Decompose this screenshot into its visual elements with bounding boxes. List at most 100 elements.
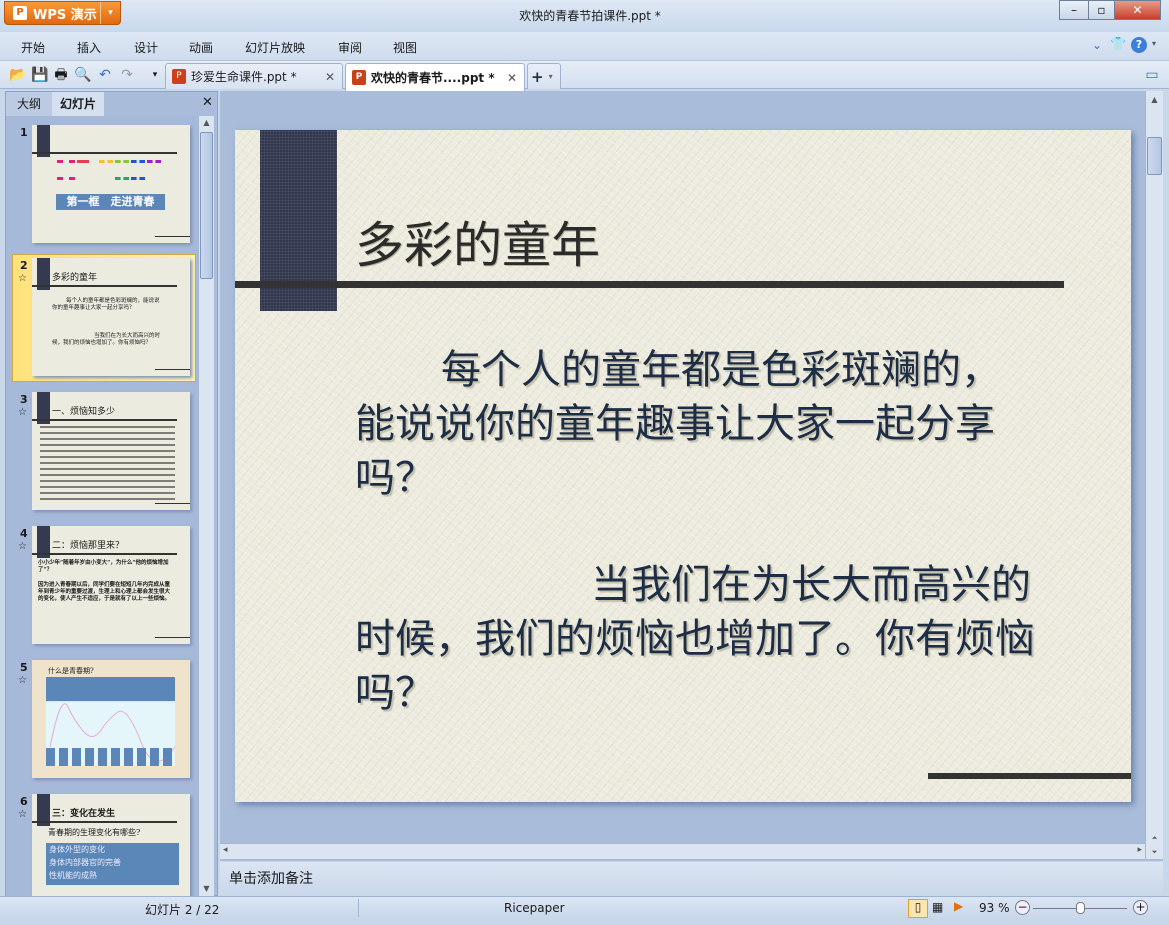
slide-sorter-icon[interactable]: ▦ xyxy=(932,900,943,914)
zoom-slider-thumb[interactable] xyxy=(1076,902,1085,914)
menu-home[interactable]: 开始 xyxy=(21,39,45,56)
previous-slide-icon[interactable]: ⏶ xyxy=(1146,831,1163,843)
thumb-title: 三：变化在发生 xyxy=(52,809,116,819)
horizontal-scrollbar[interactable]: ◂ ▸ xyxy=(220,843,1145,859)
menu-design[interactable]: 设计 xyxy=(134,39,158,56)
close-tab-icon[interactable]: ✕ xyxy=(325,70,335,84)
animation-star-icon: ☆ xyxy=(18,675,27,686)
scroll-down-icon[interactable]: ▼ xyxy=(199,882,214,896)
theme-name: Ricepaper xyxy=(504,901,565,915)
minimize-button[interactable]: – xyxy=(1059,0,1089,20)
animation-star-icon: ☆ xyxy=(18,541,27,552)
zoom-in-button[interactable]: + xyxy=(1133,900,1148,915)
slideshow-icon[interactable]: ▶ xyxy=(954,899,963,913)
slide-thumbnail-6[interactable]: 三：变化在发生 青春期的生理变化有哪些? 身体外型的变化 身体内部器官的完善 性… xyxy=(32,794,190,896)
animation-star-icon: ☆ xyxy=(18,407,27,418)
close-window-button[interactable]: ✕ xyxy=(1114,0,1161,20)
chevron-down-icon[interactable]: ▾ xyxy=(549,72,553,81)
skin-shirt-icon[interactable]: 👕 xyxy=(1110,37,1126,52)
slide-thumbnail-4[interactable]: 二：烦恼那里来？ 小小少年“随着年岁由小变大”，为什么“他的烦恼增加了”？ 因为… xyxy=(32,526,190,644)
tab-outline[interactable]: 大纲 xyxy=(6,92,52,116)
wordart-title xyxy=(57,160,161,180)
slide-canvas[interactable]: 多彩的童年 每个人的童年都是色彩斑斓的，能说说你的童年趣事让大家一起分享吗？ 当… xyxy=(235,130,1131,802)
wps-app-menu-button[interactable]: P WPS 演示 ▾ xyxy=(4,1,121,25)
menu-insert[interactable]: 插入 xyxy=(77,39,101,56)
slide-paragraph-1[interactable]: 每个人的童年都是色彩斑斓的，能说说你的童年趣事让大家一起分享吗？ xyxy=(355,343,1035,505)
title-bar: P WPS 演示 ▾ 欢快的青春节拍课件.ppt * – ▫ ✕ xyxy=(0,0,1169,32)
slide-counter: 幻灯片 2 / 22 xyxy=(145,903,220,917)
menu-slideshow[interactable]: 幻灯片放映 xyxy=(245,39,305,56)
window-title: 欢快的青春节拍课件.ppt * xyxy=(519,9,661,23)
maximize-button[interactable]: ▫ xyxy=(1088,0,1115,20)
thumb-text: 因为进入青春期以后，同学们要在短短几年内完成从童年到青少年的重要过渡，生理上和心… xyxy=(38,582,171,602)
thumb-title: 多彩的童年 xyxy=(52,273,98,283)
thumb-text: 小小少年“随着年岁由小变大”，为什么“他的烦恼增加了”？ xyxy=(38,560,169,573)
thumb-text-lines xyxy=(40,426,175,500)
thumb-text: 青春期的生理变化有哪些? xyxy=(48,828,141,837)
slide-number: 6 xyxy=(20,795,28,808)
customize-toolbar-icon[interactable]: ▾ xyxy=(146,66,164,84)
print-preview-icon[interactable]: 🔍 xyxy=(74,66,92,84)
scrollbar-thumb[interactable] xyxy=(1147,137,1162,175)
scroll-right-icon[interactable]: ▸ xyxy=(1137,845,1142,855)
scroll-up-icon[interactable]: ▲ xyxy=(1146,93,1163,107)
wps-logo-icon: P xyxy=(13,6,27,20)
ppt-file-icon: P xyxy=(352,70,366,85)
tab-label: 珍爱生命课件.ppt * xyxy=(191,70,297,84)
menu-review[interactable]: 审阅 xyxy=(338,39,362,56)
slide-number: 4 xyxy=(20,527,28,540)
slide-number: 3 xyxy=(20,393,28,406)
close-panel-icon[interactable]: ✕ xyxy=(202,95,213,110)
slide-number: 1 xyxy=(20,126,28,139)
tab-document-2[interactable]: P 欢快的青春节....ppt * ✕ xyxy=(345,63,525,91)
tab-slides[interactable]: 幻灯片 xyxy=(52,92,104,116)
chevron-down-icon[interactable]: ▾ xyxy=(100,2,120,24)
slide-thumbnail-3[interactable]: 一、烦恼知多少 xyxy=(32,392,190,510)
thumb-text: 每个人的童年都是色彩斑斓的，能说说你的童年趣事让大家一起分享吗？ xyxy=(52,298,160,311)
switch-window-icon[interactable]: ▭ xyxy=(1143,66,1161,84)
help-icon[interactable]: ? xyxy=(1131,37,1147,53)
plus-icon: + xyxy=(531,67,544,86)
slide-number: 2 xyxy=(20,259,28,272)
zoom-level: 93 % xyxy=(979,901,1010,915)
slide-thumbnail-5[interactable]: 什么是青春期? xyxy=(32,660,190,778)
undo-icon[interactable]: ↶ xyxy=(96,66,114,84)
tab-document-1[interactable]: P 珍爱生命课件.ppt * ✕ xyxy=(165,63,343,89)
close-tab-icon[interactable]: ✕ xyxy=(507,71,517,85)
redo-icon[interactable]: ↷ xyxy=(118,66,136,84)
thumb-text: 性机能的成熟 xyxy=(49,871,97,880)
slide-thumbnail-2[interactable]: 多彩的童年 每个人的童年都是色彩斑斓的，能说说你的童年趣事让大家一起分享吗？ 当… xyxy=(32,258,190,376)
animation-star-icon: ☆ xyxy=(18,273,27,284)
thumb-text: 身体外型的变化 xyxy=(49,845,105,854)
menu-view[interactable]: 视图 xyxy=(393,39,417,56)
next-slide-icon[interactable]: ⏷ xyxy=(1146,845,1163,857)
slide-thumbnail-1[interactable]: 第一框 走进青春 xyxy=(32,125,190,243)
slide-title[interactable]: 多彩的童年 xyxy=(355,206,600,277)
vertical-scrollbar[interactable]: ▲ ⏶ ⏷ xyxy=(1145,91,1163,859)
thumbnail-scrollbar[interactable]: ▲ ▼ xyxy=(198,116,214,896)
save-icon[interactable]: 💾 xyxy=(31,66,49,84)
scrollbar-thumb[interactable] xyxy=(200,132,213,279)
thumb-subtitle: 第一框 走进青春 xyxy=(56,194,165,210)
scroll-left-icon[interactable]: ◂ xyxy=(223,845,228,855)
scroll-up-icon[interactable]: ▲ xyxy=(199,116,214,130)
collapse-ribbon-icon[interactable]: ⌄ xyxy=(1092,38,1102,52)
zoom-out-button[interactable]: − xyxy=(1015,900,1030,915)
menu-animation[interactable]: 动画 xyxy=(189,39,213,56)
notes-pane[interactable]: 单击添加备注 xyxy=(220,862,1163,895)
normal-view-icon[interactable]: ▯ xyxy=(908,899,928,918)
thumb-list-box: 身体外型的变化 身体内部器官的完善 性机能的成熟 xyxy=(46,843,179,885)
slides-panel: 大纲 幻灯片 ✕ 1 第一框 走进青春 2 ☆ 多彩的童年 每个人的童年都是色彩… xyxy=(5,91,218,896)
ppt-file-icon: P xyxy=(172,69,186,84)
slide-number: 5 xyxy=(20,661,28,674)
thumb-text-box xyxy=(46,677,175,701)
slide-paragraph-2[interactable]: 当我们在为长大而高兴的时候，我们的烦恼也增加了。你有烦恼吗？ xyxy=(355,558,1035,720)
animation-star-icon: ☆ xyxy=(18,809,27,820)
thumb-text: 身体内部器官的完善 xyxy=(49,858,121,867)
status-bar: 幻灯片 2 / 22 Ricepaper ▯ ▦ ▶ 93 % − + xyxy=(0,896,1169,920)
tab-label: 欢快的青春节....ppt * xyxy=(371,71,495,85)
new-tab-button[interactable]: + ▾ xyxy=(527,63,561,89)
print-icon[interactable]: 🖶 xyxy=(52,66,70,84)
help-dropdown-icon[interactable]: ▾ xyxy=(1152,39,1156,48)
open-folder-icon[interactable]: 📂 xyxy=(9,66,27,84)
